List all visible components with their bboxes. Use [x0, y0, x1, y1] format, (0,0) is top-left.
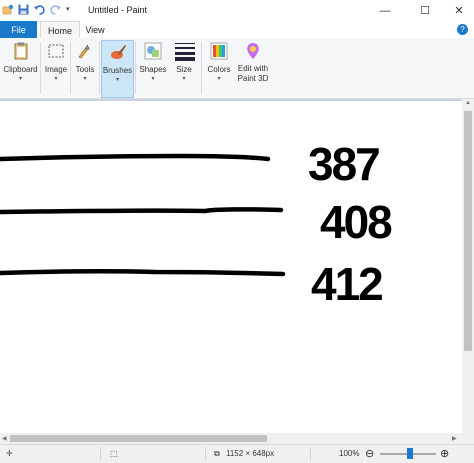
vertical-scrollbar[interactable]: ▲	[462, 99, 474, 433]
vertical-scroll-thumb[interactable]	[464, 111, 472, 351]
paint3d-label-line1: Edit with	[237, 64, 269, 73]
scroll-right-icon[interactable]: ▶	[452, 435, 457, 442]
palette-icon	[209, 41, 229, 61]
chevron-down-icon: ▾	[217, 76, 221, 82]
zoom-out-button[interactable]: ⊖	[365, 447, 374, 460]
chevron-down-icon: ▾	[54, 76, 58, 82]
window-title: Untitled - Paint	[88, 5, 148, 15]
tools-group[interactable]: A Tools ▾	[72, 40, 98, 96]
tab-home[interactable]: Home	[40, 21, 80, 39]
tools-icon: A	[75, 41, 95, 61]
image-group[interactable]: Image ▾	[42, 40, 70, 96]
status-divider	[205, 447, 206, 461]
status-divider	[310, 447, 311, 461]
save-icon[interactable]	[18, 4, 29, 15]
paint-app-icon[interactable]	[2, 4, 14, 15]
minimize-button[interactable]: —	[370, 0, 400, 21]
colors-label: Colors	[207, 65, 231, 74]
tab-file[interactable]: File	[0, 21, 37, 38]
help-icon[interactable]: ?	[457, 24, 468, 35]
canvas-workspace: 387 408 412	[0, 99, 474, 433]
shapes-group[interactable]: Shapes ▾	[138, 40, 168, 96]
brushes-button[interactable]: Brushes ▾	[101, 40, 134, 98]
edit-paint3d-button[interactable]: Edit with Paint 3D	[235, 40, 271, 96]
size-label: Size	[176, 65, 192, 74]
zoom-in-button[interactable]: ⊕	[440, 447, 449, 460]
drawing-svg: 387 408 412	[0, 138, 394, 310]
ribbon-divider	[99, 42, 100, 94]
ribbon-divider	[135, 42, 136, 94]
horizontal-scroll-thumb[interactable]	[10, 435, 267, 442]
tab-view[interactable]: View	[82, 21, 108, 38]
zoom-slider-thumb[interactable]	[407, 448, 413, 459]
drawn-line-2	[0, 207, 284, 215]
shapes-label: Shapes	[139, 65, 167, 74]
scroll-up-icon[interactable]: ▲	[465, 100, 471, 106]
ribbon-divider	[40, 42, 41, 94]
handwritten-number-1: 387	[308, 138, 379, 190]
chevron-down-icon: ▾	[182, 76, 186, 82]
clipboard-label: Clipboard	[3, 65, 38, 74]
colors-group[interactable]: Colors ▾	[205, 40, 233, 96]
handwritten-number-3: 412	[311, 258, 382, 310]
chevron-down-icon: ▾	[18, 76, 22, 82]
undo-icon[interactable]	[34, 4, 45, 15]
quick-access-toolbar: ▾	[2, 4, 74, 15]
image-label: Image	[44, 65, 68, 74]
drawn-line-3	[0, 269, 286, 277]
zoom-level: 100%	[339, 449, 360, 458]
ribbon-divider	[70, 42, 71, 94]
title-bar: ▾ Untitled - Paint — ☐ ✕	[0, 0, 474, 21]
clipboard-icon	[11, 41, 31, 61]
cursor-position-icon: ✛	[6, 449, 13, 458]
chevron-down-icon: ▾	[115, 77, 119, 83]
size-icon	[174, 41, 195, 61]
image-dimensions: 1152 × 648px	[226, 449, 275, 458]
selection-size-icon: ⬚	[110, 449, 118, 458]
horizontal-scrollbar[interactable]: ◀ ▶	[0, 433, 474, 444]
chevron-down-icon: ▾	[151, 76, 155, 82]
image-select-icon	[46, 41, 66, 61]
paint3d-label-line2: Paint 3D	[237, 74, 269, 83]
tools-label: Tools	[75, 65, 95, 74]
ribbon-divider	[201, 42, 202, 94]
ribbon: Clipboard ▾ Image ▾ A Tools ▾ Brushes ▾ …	[0, 38, 474, 99]
drawing-canvas[interactable]: 387 408 412	[0, 101, 462, 433]
redo-icon[interactable]	[50, 4, 61, 15]
image-size-icon: ⧉	[214, 449, 220, 458]
status-bar: ✛ ⬚ ⧉ 1152 × 648px 100% ⊖ ⊕	[0, 444, 474, 463]
chevron-down-icon: ▾	[83, 76, 87, 82]
clipboard-group[interactable]: Clipboard ▾	[2, 40, 39, 96]
brush-icon	[108, 42, 128, 62]
ribbon-tabs: File Home View ?	[0, 21, 474, 39]
svg-text:A: A	[85, 45, 90, 52]
shapes-icon	[143, 41, 163, 61]
status-divider	[100, 447, 101, 461]
drawn-line-1	[0, 153, 271, 162]
maximize-button[interactable]: ☐	[410, 0, 440, 21]
size-group[interactable]: Size ▾	[170, 40, 198, 96]
scroll-left-icon[interactable]: ◀	[2, 435, 7, 442]
customize-qat-icon[interactable]: ▾	[66, 4, 74, 15]
paint3d-icon	[243, 41, 263, 61]
handwritten-number-2: 408	[320, 196, 392, 248]
brushes-label: Brushes	[102, 66, 133, 75]
close-button[interactable]: ✕	[444, 0, 474, 21]
